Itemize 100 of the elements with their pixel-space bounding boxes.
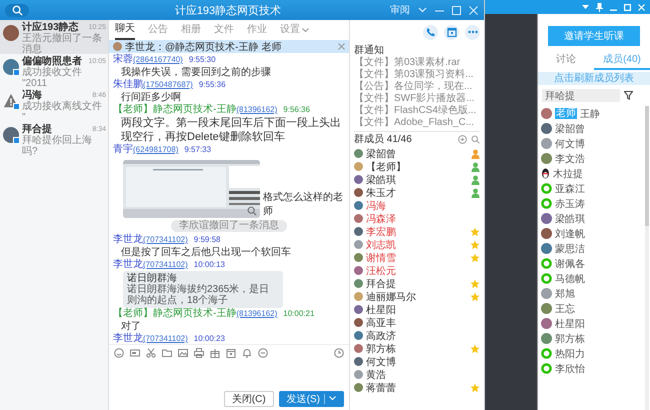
sender-name[interactable]: 静态网页技术-王静 bbox=[153, 308, 236, 320]
member-name[interactable]: 李文浩 bbox=[555, 152, 585, 166]
member-name[interactable]: 何文博 bbox=[555, 136, 585, 150]
maximize-icon[interactable] bbox=[452, 6, 461, 14]
chat-bubble-icon bbox=[541, 348, 552, 359]
member-name[interactable]: 黄浩 bbox=[366, 368, 386, 382]
send-button[interactable]: 发送(S) bbox=[278, 390, 344, 407]
conversation-name: 偏偏吻照患者 bbox=[22, 56, 82, 67]
notice-item[interactable]: 【文件】第03课预习资料... bbox=[354, 69, 480, 81]
sender-name[interactable]: 静态网页技术-王静 bbox=[153, 104, 236, 116]
member-name[interactable]: 赤玉涛 bbox=[555, 196, 585, 210]
pin-icon[interactable] bbox=[596, 2, 603, 12]
message-time: 9:55:30 bbox=[188, 54, 216, 66]
member-name[interactable]: 梁皓琪 bbox=[366, 172, 396, 186]
more-icon[interactable] bbox=[468, 30, 478, 34]
notice-item[interactable]: 【文件】第03课素材.rar bbox=[354, 57, 480, 69]
notice-item[interactable]: 【文件】Adobe_Flash_C... bbox=[354, 117, 480, 129]
bell-icon[interactable] bbox=[242, 348, 252, 358]
member-name[interactable]: 高政济 bbox=[366, 328, 396, 342]
member-name[interactable]: 拜合提 bbox=[366, 276, 396, 290]
member-name[interactable]: 王忘 bbox=[555, 302, 575, 316]
notice-item[interactable]: 【文件】FlashCS4绿色版... bbox=[354, 105, 480, 117]
sender-name[interactable]: 青宇 bbox=[113, 144, 133, 156]
caret-icon[interactable] bbox=[302, 28, 309, 32]
member-name[interactable]: 李欣怡 bbox=[555, 362, 585, 376]
member-name[interactable]: 郭方栋 bbox=[366, 342, 396, 356]
member-name[interactable]: 木拉提 bbox=[553, 166, 583, 180]
member-name[interactable]: 刘逢帆 bbox=[555, 226, 585, 240]
message-text: 两段文字。第一段末尾回车后下面一段上头出现空行，再按Delete键删除软回车 bbox=[120, 116, 342, 144]
tab[interactable]: 讨论 bbox=[538, 52, 594, 70]
notice-item[interactable]: 【公告】各位同学，现在... bbox=[354, 81, 480, 93]
minus-circle-icon[interactable] bbox=[258, 348, 268, 358]
sender-name[interactable]: 李世龙 bbox=[113, 259, 143, 271]
link-card[interactable]: 诺日朗群海 诺日朗群海海拔约2365米，是日则沟的起点，18个海子 bbox=[123, 271, 283, 308]
member-name[interactable]: 蒙思洁 bbox=[555, 242, 585, 256]
member-name[interactable]: 梁韶曾 bbox=[555, 122, 585, 136]
message-text: 我操作失误，需要回到之前的步骤 bbox=[120, 66, 272, 78]
member-name[interactable]: 亚森江 bbox=[555, 182, 585, 196]
member-name[interactable]: 郑旭 bbox=[555, 286, 575, 300]
sender-name[interactable]: 李世龙 bbox=[113, 234, 143, 246]
member-name[interactable]: 杜星阳 bbox=[555, 316, 585, 330]
sender-id-link[interactable]: (81396162) bbox=[236, 104, 278, 116]
member-name[interactable]: 梁韶曾 bbox=[366, 146, 396, 160]
gift-icon[interactable] bbox=[210, 348, 220, 358]
member-name[interactable]: 朱玉才 bbox=[366, 186, 396, 200]
member-name[interactable]: 冯森泽 bbox=[366, 212, 396, 226]
sender-id-link[interactable]: (1750487687) bbox=[143, 79, 193, 91]
member-name[interactable]: 冯海 bbox=[366, 198, 386, 212]
message-time: 10:00:23 bbox=[194, 333, 225, 344]
conversation-name: 拜合提 bbox=[22, 124, 52, 135]
sender-id-link[interactable]: (707341102) bbox=[143, 234, 188, 246]
folder-icon[interactable] bbox=[162, 348, 172, 358]
member-name[interactable]: 谢佩各 bbox=[555, 256, 585, 270]
avatar bbox=[541, 243, 552, 254]
printer-icon[interactable] bbox=[194, 348, 204, 358]
add-member-icon[interactable] bbox=[458, 135, 467, 144]
member-name[interactable]: 刘志凯 bbox=[366, 238, 396, 252]
sender-id-link[interactable]: (2864167740) bbox=[133, 54, 183, 66]
sender-name[interactable]: 朱佳鹏 bbox=[113, 79, 143, 91]
clock-icon[interactable] bbox=[334, 348, 344, 358]
member-name[interactable]: 热阳力 bbox=[555, 346, 585, 360]
sender-name[interactable]: 宋蓉 bbox=[113, 54, 133, 66]
member-name[interactable]: 王静 bbox=[580, 106, 600, 120]
scrollbar[interactable] bbox=[645, 106, 649, 410]
avatar bbox=[541, 333, 552, 344]
sender-id-link[interactable]: (81396162) bbox=[236, 308, 278, 320]
search-field[interactable]: 拜哈提 bbox=[542, 89, 620, 102]
image-icon[interactable] bbox=[178, 348, 188, 358]
dropdown-icon[interactable] bbox=[582, 4, 589, 10]
chevron-down-icon[interactable] bbox=[418, 7, 427, 13]
member-name[interactable]: 郭方栋 bbox=[555, 332, 585, 346]
smiley-icon[interactable] bbox=[114, 348, 124, 358]
member-name[interactable]: 谢情雪 bbox=[366, 250, 396, 264]
member-name[interactable]: 高亚丰 bbox=[366, 316, 396, 330]
member-name[interactable]: 杜星阳 bbox=[366, 302, 396, 316]
more-button[interactable] bbox=[465, 24, 480, 40]
search-button[interactable] bbox=[5, 4, 29, 16]
close-button[interactable]: 关闭(C) bbox=[224, 390, 274, 407]
member-name[interactable]: 【老师】 bbox=[366, 160, 406, 174]
filter-icon[interactable] bbox=[624, 91, 633, 100]
sender-name[interactable]: 李世龙 bbox=[113, 333, 143, 344]
member-name[interactable]: 汪松元 bbox=[366, 264, 396, 278]
scissors-icon[interactable] bbox=[146, 348, 156, 358]
magnifier-icon[interactable] bbox=[246, 206, 257, 216]
sender-id-link[interactable]: (707341102) bbox=[143, 333, 188, 344]
message-time: 10:00:21 bbox=[283, 308, 314, 320]
avatar bbox=[541, 138, 552, 149]
member-name[interactable]: 李宏鹏 bbox=[366, 224, 396, 238]
member-name[interactable]: 蒋蕾蕾 bbox=[366, 380, 396, 394]
sender-id-link[interactable]: (624981708) bbox=[133, 144, 178, 156]
search-icon[interactable] bbox=[471, 135, 480, 144]
sender-id-link[interactable]: (707341102) bbox=[143, 259, 188, 271]
member-name[interactable]: 何文博 bbox=[366, 354, 396, 368]
close-icon[interactable] bbox=[338, 43, 345, 50]
member-name[interactable]: 梁皓琪 bbox=[555, 212, 585, 226]
calendar-icon[interactable] bbox=[226, 348, 236, 358]
notice-item[interactable]: 【文件】SWF影片播放器... bbox=[354, 93, 480, 105]
gif-icon[interactable] bbox=[130, 348, 140, 358]
member-name[interactable]: 马德帆 bbox=[555, 272, 585, 286]
member-name[interactable]: 迪丽娜马尔 bbox=[366, 290, 416, 304]
